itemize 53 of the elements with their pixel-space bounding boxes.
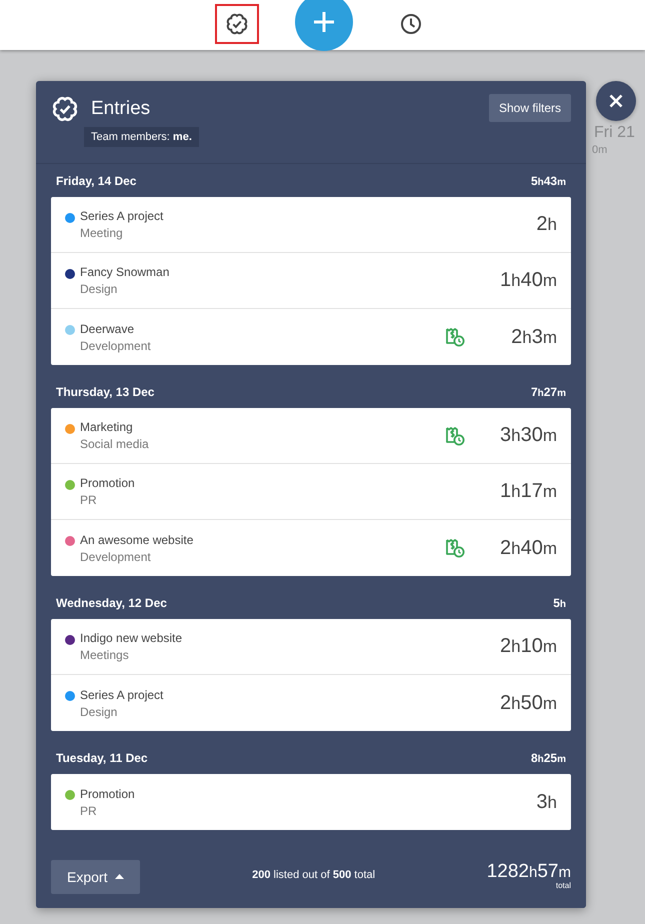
project-name: Promotion <box>80 476 136 490</box>
day-label: Fri 21 <box>593 124 635 142</box>
day-date: Thursday, 13 Dec <box>56 385 154 399</box>
entry-duration: 3h30m <box>498 424 557 447</box>
task-name: Design <box>80 704 118 718</box>
team-filter-tag: Team members: me. <box>84 127 199 147</box>
panel-title: Entries <box>91 98 152 120</box>
entry-duration: 2h3m <box>510 326 557 348</box>
entry-duration: 1h17m <box>498 480 557 503</box>
task-name: Meeting <box>80 226 124 240</box>
task-name: Meetings <box>80 648 130 662</box>
task-name: Social media <box>80 437 150 451</box>
entry-duration: 1h40m <box>498 269 557 292</box>
entry-duration: 2h50m <box>498 692 557 714</box>
day-total: 7h27m <box>530 385 566 399</box>
badge-check-icon <box>225 12 249 36</box>
show-filters-button[interactable]: Show filters <box>488 94 571 122</box>
caret-icon <box>115 874 124 879</box>
add-button[interactable] <box>295 0 353 51</box>
project-name: Promotion <box>80 786 136 800</box>
project-name: Fancy Snowman <box>80 265 170 279</box>
day-total: 5h <box>553 596 566 610</box>
grand-total-label: total <box>556 880 571 890</box>
day-date: Friday, 14 Dec <box>56 174 136 188</box>
day-total: 5h43m <box>530 174 566 188</box>
task-name: Development <box>80 338 152 352</box>
entry-duration: 3h <box>535 790 557 814</box>
entries-nav-button[interactable] <box>215 4 259 44</box>
plus-icon <box>312 10 336 34</box>
project-name: Indigo new website <box>80 631 184 645</box>
task-name: PR <box>80 804 98 818</box>
close-button[interactable] <box>596 81 636 121</box>
task-name: PR <box>80 493 98 507</box>
day-total: 0m <box>591 144 608 156</box>
task-name: Design <box>80 282 118 296</box>
entry-duration: 2h <box>535 213 557 236</box>
grand-total: 1282h57m <box>486 860 571 882</box>
badge-check-icon <box>51 95 79 123</box>
project-name: Marketing <box>80 420 134 434</box>
day-date: Tuesday, 11 Dec <box>56 751 148 765</box>
entry-duration: 2h40m <box>498 536 557 560</box>
day-date: Wednesday, 12 Dec <box>56 596 167 610</box>
project-name: Series A project <box>80 688 164 702</box>
project-name: An awesome website <box>80 532 194 546</box>
listed-count: 200 listed out of 500 total <box>251 869 376 881</box>
task-name: Development <box>80 550 152 564</box>
day-total: 8h25m <box>530 751 566 765</box>
entry-duration: 2h10m <box>498 635 557 658</box>
export-button[interactable]: Export <box>51 860 140 894</box>
project-name: Series A project <box>80 209 164 223</box>
project-name: Deerwave <box>80 322 136 336</box>
clock-icon <box>399 12 423 36</box>
close-icon <box>609 94 623 108</box>
